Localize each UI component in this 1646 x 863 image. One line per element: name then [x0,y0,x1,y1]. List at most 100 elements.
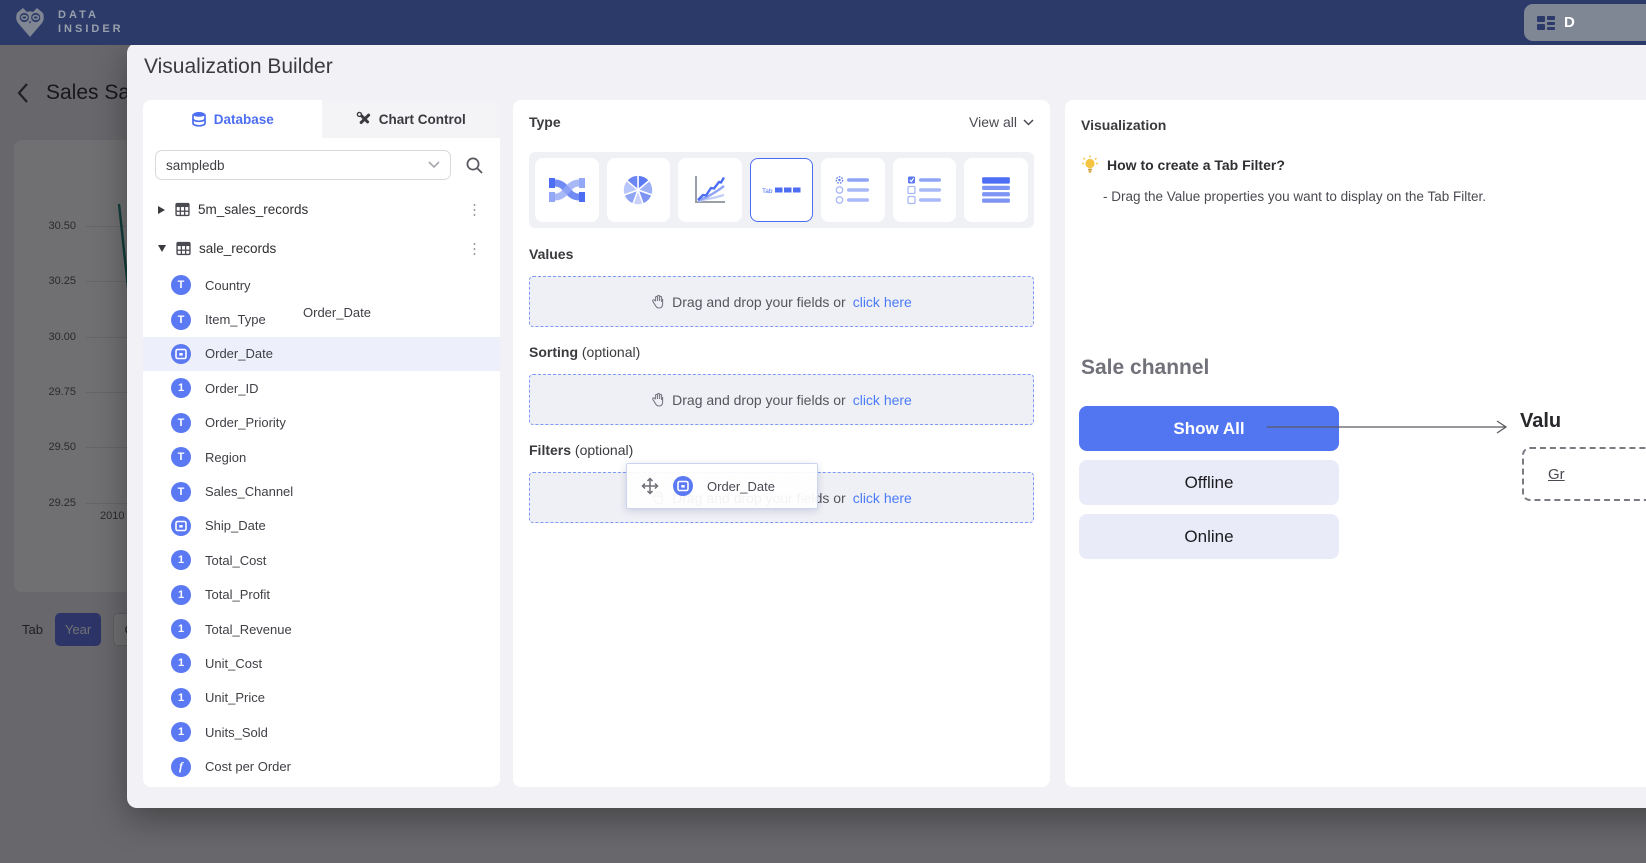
field-row-region[interactable]: T Region [143,440,500,474]
date-field-icon [171,516,191,536]
field-row-total-revenue[interactable]: 1Total_Revenue [143,612,500,646]
field-row-order-id[interactable]: 1Order_ID [143,371,500,405]
table-grid-icon [176,241,191,256]
database-icon [191,111,207,127]
number-field-icon: 1 [171,550,191,570]
table-chart-icon [980,174,1012,206]
text-field-icon: T [171,482,191,502]
search-icon[interactable] [465,156,484,175]
number-field-icon: 1 [171,722,191,742]
tab-chart-control[interactable]: Chart Control [322,100,501,138]
field-row-ship-date[interactable]: Ship_Date [143,509,500,543]
kebab-menu-icon[interactable]: ⋮ [467,241,482,256]
field-name: Total_Profit [205,587,270,602]
chevron-down-icon [1023,119,1034,126]
table-row[interactable]: sale_records⋮ [143,229,500,268]
annotation-arrow [1265,416,1517,438]
builder-panel: Type View all Tab Values Drag and drop y… [513,100,1050,787]
field-row-item-type[interactable]: T Item_Type [143,302,500,336]
chart-type-radio-list[interactable] [821,158,885,222]
click-here-link[interactable]: click here [853,490,912,506]
left-panel-tabs: Database Chart Control [143,100,500,138]
move-icon [641,477,659,495]
visualization-title: Visualization [1081,117,1166,133]
chart-type-line[interactable] [678,158,742,222]
values-label: Values [529,246,573,262]
click-here-link[interactable]: click here [853,294,912,310]
logo-text: DATAINSIDER [58,8,124,36]
drag-hand-icon [651,294,665,309]
tab-chart-control-label: Chart Control [379,112,466,127]
field-row-units-sold[interactable]: 1Units_Sold [143,715,500,749]
number-field-icon: 1 [171,619,191,639]
filter-option-offline[interactable]: Offline [1079,460,1339,505]
field-name: Ship_Date [205,518,266,533]
field-tree: 5m_sales_records⋮sale_records⋮TCountryTI… [143,190,500,784]
table-name: sale_records [199,241,500,256]
text-field-icon: T [171,310,191,330]
annotation-group-link[interactable]: Gr [1548,466,1565,483]
modal-title: Visualization Builder [144,55,333,79]
annotation-group-box: Gr [1522,447,1646,501]
filters-label: Filters (optional) [529,442,633,458]
text-field-icon: T [171,447,191,467]
visualization-builder-modal: Visualization Builder Database [127,43,1646,808]
sorting-dropzone[interactable]: Drag and drop your fields or click here [529,374,1034,425]
drag-hand-icon [651,392,665,407]
number-field-icon: 1 [171,585,191,605]
field-row-sales-channel[interactable]: T Sales_Channel [143,474,500,508]
database-select[interactable]: sampledb [155,150,451,180]
field-name: Country [205,278,251,293]
field-name: Sales_Channel [205,484,293,499]
svg-text:Tab: Tab [762,188,773,195]
dashboard-icon [1536,13,1556,33]
field-row-order-date[interactable]: Order_Date [143,337,500,371]
tab-database-label: Database [214,112,274,127]
table-row[interactable]: 5m_sales_records⋮ [143,190,500,229]
date-field-icon [673,476,693,496]
dropzone-placeholder: Drag and drop your fields or [672,294,846,310]
tab-database[interactable]: Database [143,100,322,138]
field-row-total-cost[interactable]: 1Total_Cost [143,543,500,577]
chart-type-sankey[interactable] [535,158,599,222]
dashboard-button[interactable]: D [1524,4,1646,41]
field-row-unit-price[interactable]: 1Unit_Price [143,681,500,715]
field-row-total-profit[interactable]: 1 Total_Profit [143,578,500,612]
lightbulb-icon [1081,155,1099,174]
values-dropzone[interactable]: Drag and drop your fields or click here … [529,276,1034,327]
sorting-label: Sorting (optional) [529,344,640,360]
radio-list-chart-icon [835,175,871,205]
chart-type-tab-filter[interactable]: Tab [750,158,814,222]
field-name: Region [205,450,246,465]
collapse-arrow-icon[interactable] [158,245,166,252]
chart-type-strip: Tab [529,152,1034,228]
chart-type-checkbox-list[interactable] [893,158,957,222]
filter-option-online[interactable]: Online [1079,514,1339,559]
dropzone-placeholder: Drag and drop your fields or [672,392,846,408]
visualization-panel: Visualization How to create a Tab Filter… [1065,100,1646,787]
owl-logo-icon [12,4,48,40]
expand-arrow-icon[interactable] [158,206,165,214]
kebab-menu-icon[interactable]: ⋮ [467,202,482,217]
view-all-button[interactable]: View all [969,114,1034,130]
hint-title: How to create a Tab Filter? [1107,157,1285,173]
field-name: Item_Type [205,312,266,327]
field-row-country[interactable]: T Country [143,268,500,302]
chart-type-pie[interactable] [607,158,671,222]
tab-filter-chart-icon: Tab [762,183,802,197]
widget-title: Sale channel [1081,356,1209,380]
screen: Sales Sa 30.5030.2530.0029.7529.5029.25 … [0,0,1646,863]
field-row-cost-per-order[interactable]: fCost per Order [143,749,500,783]
type-section-label: Type [529,114,561,130]
click-here-link[interactable]: click here [853,392,912,408]
text-field-icon: T [171,275,191,295]
field-row-unit-cost[interactable]: 1Unit_Cost [143,646,500,680]
drag-ghost-label: Order_Date [707,479,775,494]
drag-ghost-card: Order_Date [626,463,818,509]
chevron-down-icon [428,161,440,169]
sankey-chart-icon [548,174,586,206]
field-row-order-priority[interactable]: TOrder_Priority [143,406,500,440]
line-chart-icon [692,174,728,206]
chart-type-table[interactable] [964,158,1028,222]
dashboard-button-label: D [1564,14,1575,31]
